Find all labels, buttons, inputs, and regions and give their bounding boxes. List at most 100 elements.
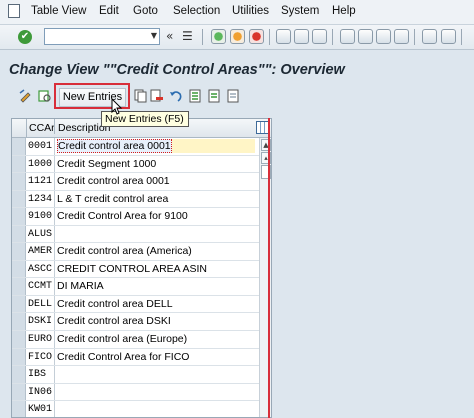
menu-help[interactable]: Help [332, 5, 356, 17]
chevron-down-icon[interactable]: ▼ [151, 31, 157, 40]
display-change-icon[interactable] [19, 89, 33, 103]
cell-description[interactable]: CREDIT CONTROL AREA ASIN [54, 260, 254, 278]
table-row[interactable]: IN06 [12, 383, 259, 402]
cell-ccar: DSKI [28, 316, 53, 328]
undo-change-icon[interactable] [169, 89, 183, 103]
enter-check-icon[interactable]: ✔ [18, 30, 32, 44]
table-row[interactable]: AMER Credit control area (America) [12, 243, 259, 261]
table-row[interactable]: 9100 Credit Control Area for 9100 [12, 208, 259, 226]
select-all-icon[interactable] [189, 89, 203, 103]
row-select-button[interactable] [12, 138, 26, 155]
delete-icon[interactable] [150, 89, 164, 103]
table-row[interactable]: CCMT DI MARIA [12, 278, 259, 296]
screen-menu-icon[interactable] [8, 4, 20, 18]
table-row[interactable]: IBS [12, 366, 259, 384]
select-all-column-button[interactable] [12, 119, 27, 137]
cell-description[interactable]: Credit Control Area for FICO [54, 348, 254, 366]
cell-description-text: Credit Segment 1000 [57, 157, 157, 170]
row-select-button[interactable] [12, 260, 26, 278]
row-select-button[interactable] [12, 383, 26, 401]
find-next-icon[interactable] [312, 29, 327, 44]
create-shortcut-icon[interactable] [441, 29, 456, 44]
save-icon[interactable]: ☰ [182, 29, 193, 43]
table-row[interactable]: ALUS [12, 225, 259, 244]
row-select-button[interactable] [12, 278, 26, 295]
row-select-button[interactable] [12, 225, 26, 243]
command-field[interactable]: ▼ [44, 28, 160, 45]
cell-description[interactable]: DI MARIA [54, 278, 254, 295]
cell-description[interactable] [54, 383, 254, 401]
exit-icon[interactable] [230, 29, 245, 44]
cell-ccar: EURO [28, 334, 53, 346]
row-select-button[interactable] [12, 366, 26, 383]
menu-edit[interactable]: Edit [99, 5, 119, 17]
cell-description[interactable]: Credit control area 0001 [54, 173, 254, 190]
table-row[interactable]: 1000 Credit Segment 1000 [12, 155, 259, 174]
other-view-icon[interactable] [38, 89, 52, 103]
highlight-annotation-edge [268, 118, 270, 418]
cell-ccar: 0001 [28, 141, 53, 152]
row-select-button[interactable] [12, 190, 26, 208]
toolbar-separator [414, 29, 415, 45]
print-icon[interactable] [276, 29, 291, 44]
toolbar-separator [269, 29, 270, 45]
cell-description[interactable] [54, 401, 254, 417]
cell-description[interactable]: Credit control area (Europe) [54, 331, 254, 348]
table-row[interactable]: KW01 [12, 401, 259, 417]
cell-description-text: CREDIT CONTROL AREA ASIN [57, 262, 207, 275]
first-page-icon[interactable] [340, 29, 355, 44]
cell-ccar: AMER [28, 246, 53, 258]
cell-description[interactable]: Credit control area DELL [54, 295, 254, 313]
cell-description[interactable]: Credit control area (America) [54, 243, 254, 260]
table-row[interactable]: EURO Credit control area (Europe) [12, 331, 259, 349]
menu-selection[interactable]: Selection [173, 5, 220, 17]
select-block-icon[interactable] [208, 89, 222, 103]
menu-table-view[interactable]: Table View [31, 5, 86, 17]
row-select-button[interactable] [12, 348, 26, 366]
table-row[interactable]: FICO Credit Control Area for FICO [12, 348, 259, 367]
cell-ccar: 9100 [28, 211, 53, 223]
next-page-icon[interactable] [376, 29, 391, 44]
row-select-button[interactable] [12, 331, 26, 348]
menu-utilities[interactable]: Utilities [232, 5, 269, 17]
table-row[interactable]: ASCC CREDIT CONTROL AREA ASIN [12, 260, 259, 279]
menu-goto[interactable]: Goto [133, 5, 158, 17]
cell-ccar: KW01 [28, 404, 53, 416]
row-select-button[interactable] [12, 155, 26, 173]
row-select-button[interactable] [12, 208, 26, 225]
table-row[interactable]: 0001 Credit control area 0001 [12, 138, 259, 156]
cell-ccar: CCMT [28, 281, 53, 293]
find-icon[interactable] [294, 29, 309, 44]
cell-description[interactable] [54, 225, 254, 243]
cell-description[interactable]: Credit Control Area for 9100 [54, 208, 254, 225]
previous-page-icon[interactable] [358, 29, 373, 44]
cell-ccar: 1234 [28, 193, 53, 205]
command-field-toggle-icon[interactable]: « [166, 29, 173, 43]
cell-description[interactable]: L & T credit control area [54, 190, 254, 208]
cell-description[interactable]: Credit control area 0001 [54, 138, 254, 155]
cell-ccar: IBS [28, 369, 47, 381]
row-select-button[interactable] [12, 173, 26, 190]
table-row[interactable]: DELL Credit control area DELL [12, 295, 259, 314]
cell-description-text: Credit Control Area for 9100 [57, 210, 188, 223]
cancel-icon[interactable] [249, 29, 264, 44]
last-page-icon[interactable] [394, 29, 409, 44]
new-session-icon[interactable] [422, 29, 437, 44]
menu-system[interactable]: System [281, 5, 319, 17]
cell-description[interactable]: Credit Segment 1000 [54, 155, 254, 173]
table-row[interactable]: 1234 L & T credit control area [12, 190, 259, 209]
cell-description[interactable] [54, 366, 254, 383]
back-icon[interactable] [211, 29, 226, 44]
vertical-scrollbar[interactable]: ▲ ▴ [259, 138, 271, 417]
row-select-button[interactable] [12, 401, 26, 417]
column-header-ccar[interactable]: CCAr [29, 122, 55, 134]
row-select-button[interactable] [12, 243, 26, 260]
row-select-button[interactable] [12, 313, 26, 331]
row-select-button[interactable] [12, 295, 26, 313]
copy-as-icon[interactable] [134, 89, 148, 103]
cell-description[interactable]: Credit control area DSKI [54, 313, 254, 331]
table-row[interactable]: 1121 Credit control area 0001 [12, 173, 259, 191]
credit-control-areas-table: CCAr Description 0001 Credit control area… [11, 118, 272, 418]
deselect-all-icon[interactable] [227, 89, 241, 103]
table-row[interactable]: DSKI Credit control area DSKI [12, 313, 259, 332]
